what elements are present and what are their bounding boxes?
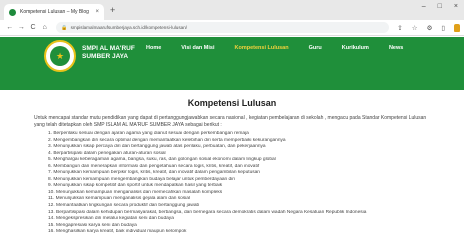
new-tab-button[interactable]: + [110,4,115,16]
nav-item-kompetensi-lulusan[interactable]: Kompetensi Lulusan [235,45,289,51]
home-icon[interactable]: ⌂ [39,24,51,31]
tab-close-icon[interactable]: × [95,9,99,15]
site-favicon-icon [9,8,16,16]
nav-item-home[interactable]: Home [146,45,161,51]
forward-icon[interactable]: → [16,24,28,31]
tab-title: Kompetensi Lulusan – My Blog [20,9,89,15]
address-bar: ← → C ⌂ 🔒 smpislamalmaarufsumberjaya.sch… [0,20,464,36]
page-title: Kompetensi Lulusan [187,98,277,108]
bookmark-star-icon[interactable]: ☆ [412,24,418,32]
brand-line-1: SMPI AL MA'RUF [82,45,135,52]
window-controls: – □ × [422,3,458,10]
browser-tab[interactable]: Kompetensi Lulusan – My Blog × [4,4,104,20]
share-icon[interactable]: ⇪ [397,24,402,32]
profile-avatar[interactable] [453,23,460,32]
brand-line-2: SUMBER JAYA [82,53,129,60]
intro-paragraph: Untuk mencapai standar mutu pendidikan y… [34,115,427,128]
close-window-icon[interactable]: × [454,3,458,10]
url-text[interactable]: smpislamalmaarufsumberjaya.sch.id/kompet… [71,25,187,30]
site-header: ★ SMPI AL MA'RUF SUMBER JAYA Home Visi d… [0,37,464,90]
nav-item-visi-misi[interactable]: Visi dan Misi [181,45,214,51]
nav-item-guru[interactable]: Guru [309,45,322,51]
nav-item-kurikulum[interactable]: Kurikulum [342,45,369,51]
toolbar-icons: ⇪ ☆ ⚙ ▯ [397,23,460,32]
list-item: 16. Menghasilkan karya kreatif, baik ind… [48,229,187,235]
maximize-icon[interactable]: □ [438,3,442,10]
logo-emblem-icon: ★ [50,46,70,66]
minimize-icon[interactable]: – [422,3,426,10]
extensions-icon[interactable]: ⚙ [427,24,433,32]
lock-icon: 🔒 [61,24,68,31]
school-logo[interactable]: ★ [44,40,76,72]
competency-list: 1. Berperilaku sesuai dengan ajaran agam… [48,131,438,236]
reload-icon[interactable]: C [27,24,39,31]
back-icon[interactable]: ← [4,24,16,31]
sidebar-icon[interactable]: ▯ [441,24,445,32]
main-nav: Home Visi dan Misi Kompetensi Lulusan Gu… [146,45,423,51]
browser-tab-bar: Kompetensi Lulusan – My Blog × + – □ × [0,0,464,20]
site-brand[interactable]: SMPI AL MA'RUF SUMBER JAYA [82,45,135,61]
nav-item-news[interactable]: News [389,45,403,51]
url-input[interactable]: 🔒 smpislamalmaarufsumberjaya.sch.id/komp… [56,22,390,33]
